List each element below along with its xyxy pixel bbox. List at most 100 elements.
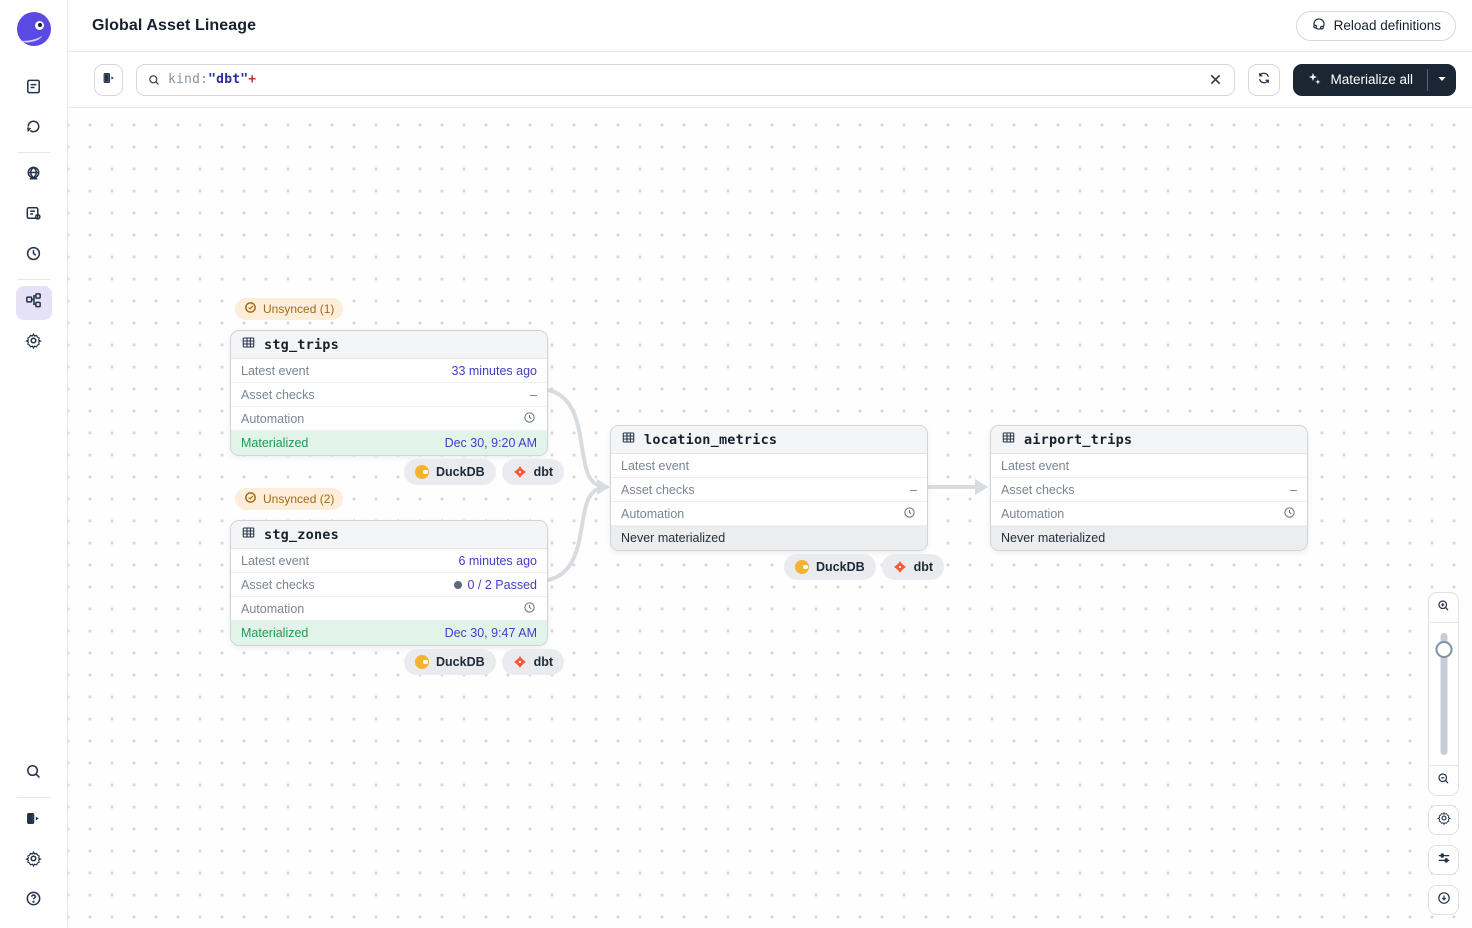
sidebar-divider — [17, 797, 51, 798]
asset-node-stg-trips[interactable]: stg_trips Latest event 33 minutes ago As… — [230, 330, 548, 456]
zoom-slider[interactable] — [1429, 623, 1458, 765]
search-icon — [24, 762, 43, 786]
left-nav-sidebar — [0, 0, 68, 928]
edge-arrowhead — [597, 479, 610, 495]
page-title: Global Asset Lineage — [92, 17, 256, 35]
tag-dbt[interactable]: dbt — [882, 554, 944, 580]
materialization-status-row: Materialized Dec 30, 9:47 AM — [231, 621, 547, 645]
lineage-canvas[interactable]: Unsynced (1) stg_trips Latest event 33 m… — [68, 108, 1472, 928]
nav-search-button[interactable] — [16, 757, 52, 791]
asset-checks-row: Asset checks 0 / 2 Passed — [231, 573, 547, 597]
sidebar-divider — [17, 279, 51, 280]
dagster-logo[interactable] — [17, 12, 51, 46]
nav-asset-lineage-button[interactable] — [16, 286, 52, 320]
duckdb-icon — [795, 560, 809, 574]
expand-sidebar-button[interactable] — [16, 804, 52, 838]
materialize-all-split-button: Materialize all — [1293, 64, 1456, 96]
user-settings-button[interactable] — [16, 844, 52, 878]
unsynced-badge-label: Unsynced (1) — [263, 302, 334, 316]
latest-event-row: Latest event 6 minutes ago — [231, 549, 547, 573]
latest-event-link[interactable]: 33 minutes ago — [452, 364, 537, 378]
tag-dbt[interactable]: dbt — [502, 649, 564, 675]
duckdb-icon — [415, 465, 429, 479]
latest-event-row: Latest event — [991, 454, 1307, 478]
gear-icon — [1436, 810, 1452, 831]
zoom-slider-handle[interactable] — [1435, 641, 1452, 658]
asset-checks-row: Asset checks – — [991, 478, 1307, 502]
zoom-in-icon — [1436, 598, 1451, 618]
graph-filters-button[interactable] — [1428, 845, 1459, 875]
asset-node-location-metrics[interactable]: location_metrics Latest event Asset chec… — [610, 425, 928, 551]
nav-runs-button[interactable] — [16, 112, 52, 146]
refresh-graph-button[interactable] — [1248, 64, 1280, 96]
materialization-date-link[interactable]: Dec 30, 9:20 AM — [445, 436, 537, 450]
asset-tags-stg-trips: DuckDB dbt — [404, 459, 564, 485]
dbt-icon — [513, 655, 527, 669]
automation-row: Automation — [611, 502, 927, 526]
logo-tentacle — [19, 31, 42, 44]
help-button[interactable] — [16, 884, 52, 918]
dbt-icon — [513, 465, 527, 479]
nav-schedules-button[interactable] — [16, 239, 52, 273]
dbt-icon — [893, 560, 907, 574]
nav-deployment-button[interactable] — [16, 159, 52, 193]
nav-jobs-button[interactable] — [16, 199, 52, 233]
automation-row: Automation — [991, 502, 1307, 526]
reload-definitions-button[interactable]: Reload definitions — [1296, 11, 1456, 41]
sync-icon — [244, 491, 257, 507]
tag-dbt[interactable]: dbt — [502, 459, 564, 485]
question-mark-icon — [24, 889, 43, 913]
globe-icon — [24, 164, 43, 188]
nav-overview-button[interactable] — [16, 72, 52, 106]
latest-event-link[interactable]: 6 minutes ago — [458, 554, 537, 568]
reload-definitions-label: Reload definitions — [1334, 18, 1441, 33]
asset-checks-row: Asset checks – — [231, 383, 547, 407]
check-status-dot — [454, 581, 462, 589]
download-image-button[interactable] — [1428, 885, 1459, 915]
table-icon — [241, 335, 256, 355]
asset-node-airport-trips[interactable]: airport_trips Latest event Asset checks … — [990, 425, 1308, 551]
asset-name: location_metrics — [644, 432, 777, 448]
automation-clock-icon — [1282, 505, 1297, 523]
zoom-control-panel — [1428, 592, 1459, 796]
asset-checks-row: Asset checks – — [611, 478, 927, 502]
clear-search-button[interactable] — [1206, 71, 1224, 89]
materialization-status-row: Never materialized — [991, 526, 1307, 550]
toggle-asset-panel-button[interactable] — [94, 64, 123, 96]
download-circle-icon — [1436, 890, 1452, 911]
tag-duckdb[interactable]: DuckDB — [404, 649, 496, 675]
unsynced-badge-stg-zones[interactable]: Unsynced (2) — [235, 488, 343, 510]
tag-duckdb[interactable]: DuckDB — [784, 554, 876, 580]
lineage-toolbar: kind:"dbt"+ Materialize all — [68, 52, 1472, 108]
asset-tags-location-metrics: DuckDB dbt — [784, 554, 944, 580]
materialization-status-row: Materialized Dec 30, 9:20 AM — [231, 431, 547, 455]
tag-duckdb[interactable]: DuckDB — [404, 459, 496, 485]
latest-event-row: Latest event — [611, 454, 927, 478]
table-icon — [621, 430, 636, 450]
automation-clock-icon — [522, 410, 537, 428]
nav-settings-button[interactable] — [16, 326, 52, 360]
materialization-date-link[interactable]: Dec 30, 9:47 AM — [445, 626, 537, 640]
latest-event-row: Latest event 33 minutes ago — [231, 359, 547, 383]
close-icon — [1209, 73, 1222, 86]
materialize-all-button[interactable]: Materialize all — [1293, 64, 1427, 96]
edge-stg-zones-to-location-metrics — [548, 489, 598, 580]
panel-toggle-icon — [101, 70, 117, 89]
sidebar-divider — [17, 152, 51, 153]
page-header: Global Asset Lineage Reload definitions — [68, 0, 1472, 52]
duckdb-icon — [415, 655, 429, 669]
loop-arrow-icon — [24, 117, 43, 141]
lineage-graph-icon — [24, 291, 43, 315]
asset-selection-input[interactable]: kind:"dbt"+ — [136, 64, 1235, 96]
asset-node-header: stg_zones — [231, 521, 547, 549]
refresh-icon — [1256, 70, 1272, 89]
graph-settings-button[interactable] — [1428, 805, 1459, 835]
asset-node-stg-zones[interactable]: stg_zones Latest event 6 minutes ago Ass… — [230, 520, 548, 646]
unsynced-badge-stg-trips[interactable]: Unsynced (1) — [235, 298, 343, 320]
zoom-out-button[interactable] — [1428, 765, 1459, 795]
asset-checks-link[interactable]: 0 / 2 Passed — [454, 578, 538, 592]
materialize-options-dropdown[interactable] — [1428, 64, 1456, 96]
table-icon — [1001, 430, 1016, 450]
automation-clock-icon — [522, 600, 537, 618]
zoom-in-button[interactable] — [1428, 593, 1459, 623]
